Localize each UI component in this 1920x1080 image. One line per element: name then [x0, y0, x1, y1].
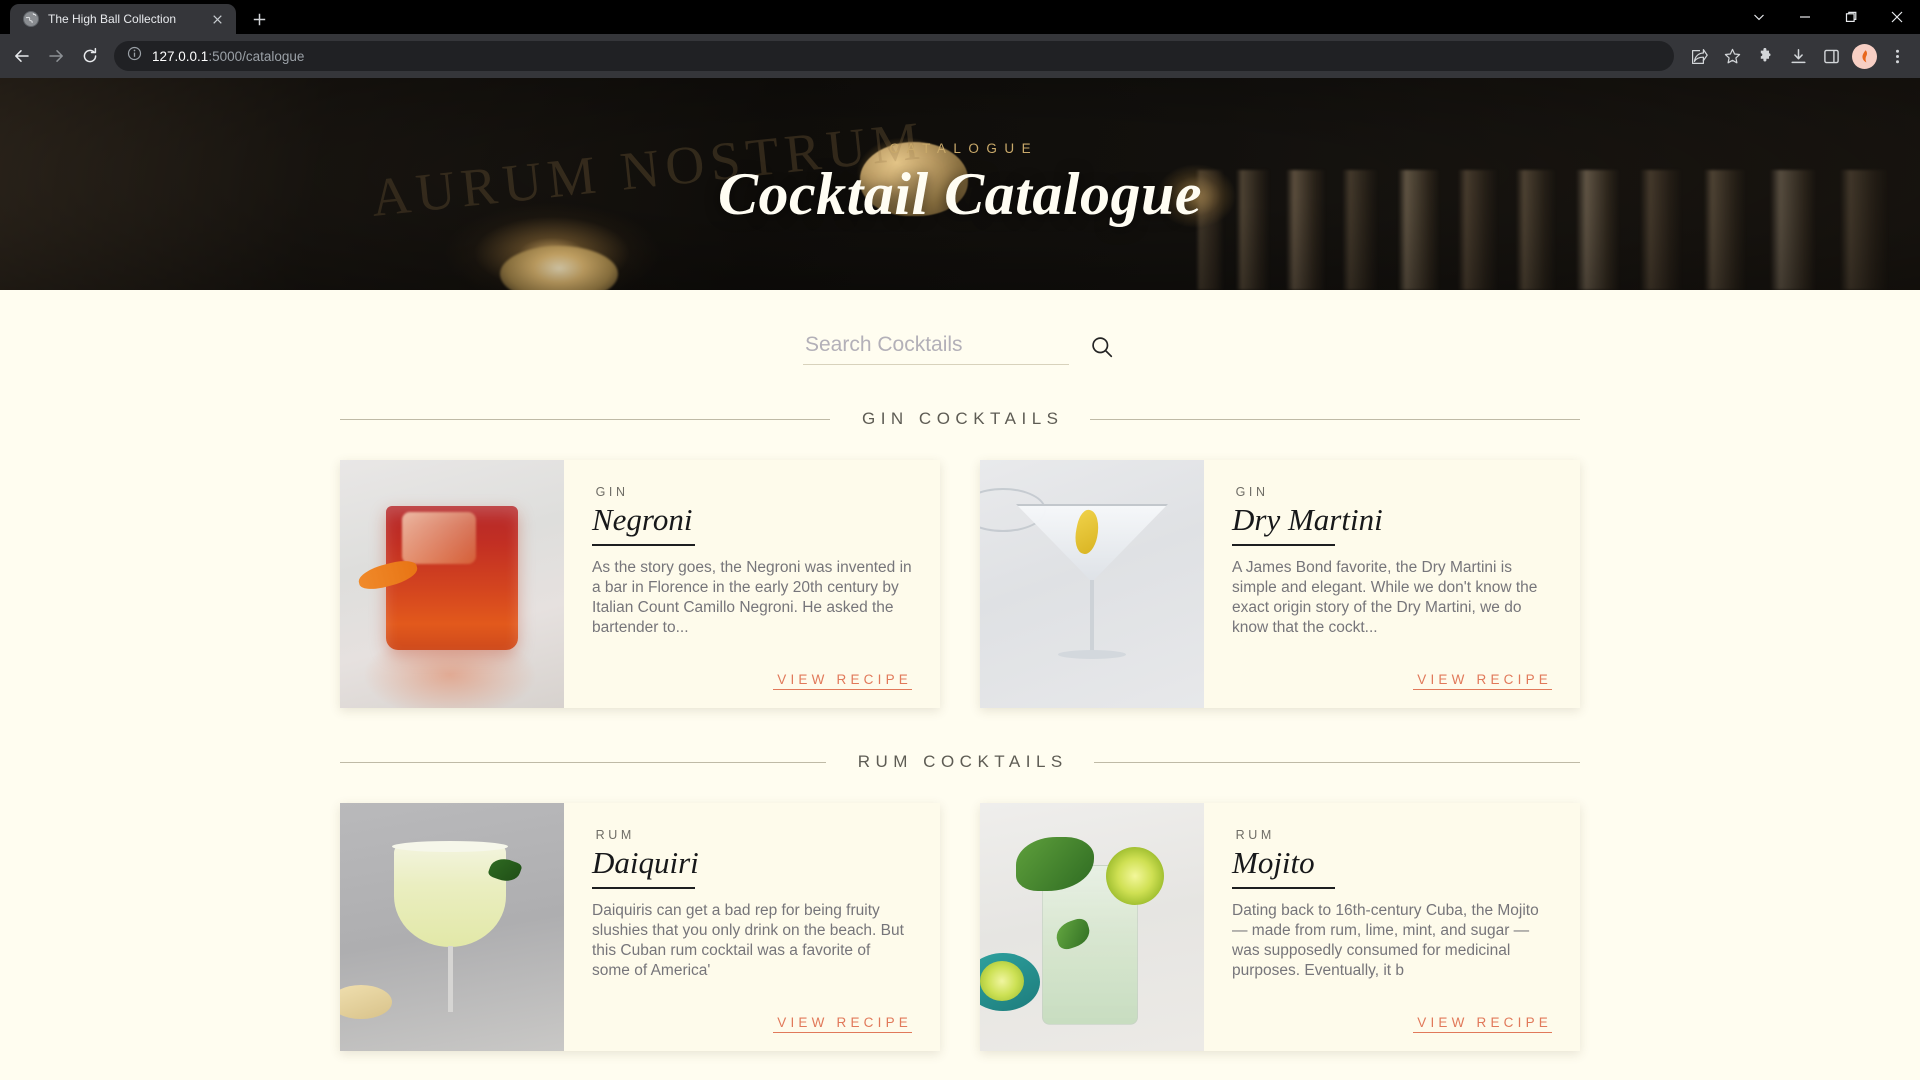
- title-underline: [1232, 543, 1335, 546]
- section-heading-rum: RUM COCKTAILS: [340, 708, 1581, 772]
- profile-avatar-icon[interactable]: [1849, 41, 1879, 71]
- cocktail-category: RUM: [595, 828, 635, 842]
- cocktail-image: [340, 460, 564, 708]
- cocktail-description: Daiquiris can get a bad rep for being fr…: [592, 901, 904, 980]
- cocktail-description: As the story goes, the Negroni was inven…: [592, 558, 912, 637]
- close-icon[interactable]: [209, 11, 226, 28]
- cocktail-image: [980, 803, 1204, 1051]
- cocktail-name: Negroni: [592, 502, 693, 537]
- section-heading-gin: GIN COCKTAILS: [340, 365, 1581, 429]
- share-icon[interactable]: [1684, 41, 1714, 71]
- three-dot-menu-icon[interactable]: [1882, 41, 1912, 71]
- bookmark-star-icon[interactable]: [1717, 41, 1747, 71]
- reload-icon[interactable]: [74, 40, 106, 72]
- window-controls: [1736, 0, 1920, 34]
- cocktail-image: [980, 460, 1204, 708]
- cocktail-card-body: GIN Dry Martini A James Bond favorite, t…: [1204, 460, 1580, 708]
- browser-titlebar: The High Ball Collection: [0, 0, 1920, 34]
- title-underline: [592, 543, 695, 546]
- title-underline: [592, 886, 695, 889]
- view-recipe-link[interactable]: VIEW RECIPE: [773, 672, 912, 690]
- title-underline: [1232, 886, 1335, 889]
- page-viewport: AURUM NOSTRUM CATALOGUE Cocktail Catalog…: [0, 78, 1920, 1080]
- cocktail-card[interactable]: GIN Negroni As the story goes, the Negro…: [340, 460, 940, 708]
- section-title: GIN COCKTAILS: [861, 409, 1064, 428]
- cocktail-card-grid-rum: RUM Daiquiri Daiquiris can get a bad rep…: [340, 772, 1580, 1051]
- cocktail-category: GIN: [1235, 485, 1269, 499]
- url-path: :5000/catalogue: [208, 48, 305, 64]
- address-bar[interactable]: 127.0.0.1:5000/catalogue: [114, 41, 1674, 71]
- view-recipe-link[interactable]: VIEW RECIPE: [773, 1015, 912, 1033]
- back-arrow-icon[interactable]: [6, 40, 38, 72]
- avatar: [1851, 43, 1877, 69]
- hero-content: CATALOGUE Cocktail Catalogue: [0, 78, 1920, 290]
- heading-rule-right: [1089, 418, 1581, 420]
- search-submit-button[interactable]: [1087, 333, 1117, 363]
- heading-rule-left: [340, 418, 831, 420]
- tab-strip: The High Ball Collection: [0, 0, 273, 34]
- cocktail-image: [340, 803, 564, 1051]
- url-host: 127.0.0.1: [152, 48, 209, 64]
- tab-title: The High Ball Collection: [48, 12, 177, 26]
- view-recipe-link[interactable]: VIEW RECIPE: [1413, 1015, 1552, 1033]
- cocktail-card[interactable]: RUM Daiquiri Daiquiris can get a bad rep…: [340, 803, 940, 1051]
- browser-tab[interactable]: The High Ball Collection: [10, 4, 236, 34]
- cocktail-card[interactable]: RUM Mojito Dating back to 16th-century C…: [980, 803, 1580, 1051]
- heading-rule-left: [340, 761, 827, 763]
- cocktail-card-body: RUM Mojito Dating back to 16th-century C…: [1204, 803, 1580, 1051]
- cocktail-card-grid-gin: GIN Negroni As the story goes, the Negro…: [340, 429, 1580, 708]
- new-tab-button[interactable]: [245, 5, 273, 33]
- search-input[interactable]: [803, 331, 1069, 365]
- search-icon: [1090, 335, 1114, 362]
- cocktail-name: Dry Martini: [1232, 502, 1383, 537]
- view-recipe-link[interactable]: VIEW RECIPE: [1413, 672, 1552, 690]
- forward-arrow-icon[interactable]: [40, 40, 72, 72]
- cocktail-category: GIN: [595, 485, 629, 499]
- site-info-icon[interactable]: [127, 46, 142, 66]
- section-title: RUM COCKTAILS: [857, 752, 1068, 771]
- cocktail-category: RUM: [1235, 828, 1275, 842]
- cocktail-name: Mojito: [1232, 845, 1315, 880]
- chevron-down-icon[interactable]: [1736, 0, 1782, 34]
- hero-banner: AURUM NOSTRUM CATALOGUE Cocktail Catalog…: [0, 78, 1920, 290]
- browser-window: The High Ball Collection 127.0.0.1:5000/…: [0, 0, 1920, 1080]
- minimize-icon[interactable]: [1782, 0, 1828, 34]
- cocktail-card-body: RUM Daiquiri Daiquiris can get a bad rep…: [564, 803, 940, 1051]
- cocktail-name: Daiquiri: [592, 845, 699, 880]
- cocktail-description: Dating back to 16th-century Cuba, the Mo…: [1232, 901, 1539, 980]
- toolbar-icon-group: [1684, 41, 1912, 71]
- maximize-icon[interactable]: [1828, 0, 1874, 34]
- search-bar: [0, 290, 1920, 365]
- heading-rule-right: [1093, 761, 1581, 763]
- browser-toolbar: 127.0.0.1:5000/catalogue: [0, 34, 1920, 78]
- cocktail-card[interactable]: GIN Dry Martini A James Bond favorite, t…: [980, 460, 1580, 708]
- address-bar-url: 127.0.0.1:5000/catalogue: [152, 49, 304, 64]
- extensions-puzzle-icon[interactable]: [1750, 41, 1780, 71]
- cocktail-description: A James Bond favorite, the Dry Martini i…: [1232, 558, 1538, 637]
- window-close-icon[interactable]: [1874, 0, 1920, 34]
- globe-icon: [23, 11, 39, 27]
- downloads-icon[interactable]: [1783, 41, 1813, 71]
- hero-eyebrow: CATALOGUE: [889, 141, 1039, 157]
- side-panel-icon[interactable]: [1816, 41, 1846, 71]
- cocktail-card-body: GIN Negroni As the story goes, the Negro…: [564, 460, 940, 708]
- page-title: Cocktail Catalogue: [717, 161, 1203, 228]
